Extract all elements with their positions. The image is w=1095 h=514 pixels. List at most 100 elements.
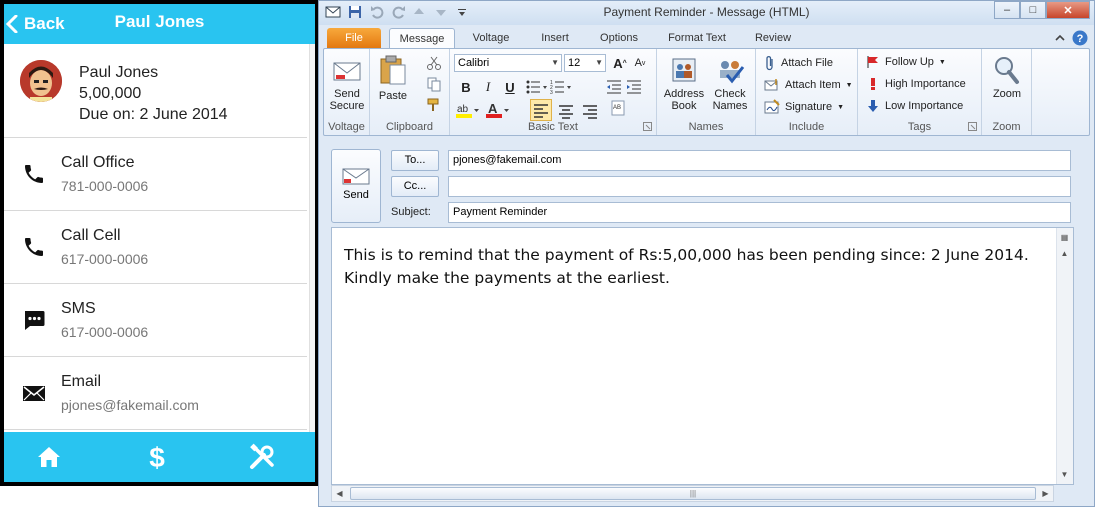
magnifier-icon xyxy=(995,57,1019,84)
close-button[interactable]: ✕ xyxy=(1046,1,1090,19)
ruler-icon[interactable]: ▦ xyxy=(1057,230,1072,245)
send-mail-icon xyxy=(342,168,370,185)
phone-icon xyxy=(25,165,43,183)
dollar-button[interactable]: $ xyxy=(140,440,174,474)
tools-icon xyxy=(250,443,274,469)
zoom-button[interactable]: Zoom xyxy=(988,55,1026,100)
font-color-icon[interactable]: A xyxy=(486,101,510,119)
scroll-up-icon[interactable]: ▲ xyxy=(1057,246,1072,261)
to-button[interactable]: To... xyxy=(391,150,439,171)
tab-insert[interactable]: Insert xyxy=(525,28,585,49)
cc-field[interactable] xyxy=(448,176,1071,197)
font-name-combo[interactable]: Calibri ▼ xyxy=(454,54,562,72)
tab-message[interactable]: Message xyxy=(389,28,455,49)
send-label: Send xyxy=(343,189,369,201)
list-item-sms[interactable]: SMS 617-000-0006 xyxy=(4,284,307,357)
attach-item-button[interactable]: Attach Item ▼ xyxy=(764,77,853,93)
attach-file-button[interactable]: Attach File xyxy=(764,55,833,71)
help-icon[interactable]: ? xyxy=(1072,30,1088,46)
group-label: Clipboard xyxy=(385,121,434,133)
flag-icon xyxy=(867,56,878,68)
chevron-down-icon: ▼ xyxy=(845,81,853,89)
outlook-message-window: Payment Reminder - Message (HTML) – □ ✕ … xyxy=(318,0,1095,507)
scroll-left-icon[interactable]: ◀ xyxy=(332,486,347,501)
message-body-text[interactable]: This is to remind that the payment of Rs… xyxy=(344,244,1034,290)
copy-icon[interactable] xyxy=(426,76,442,92)
group-basic-text: Calibri ▼ 12 ▼ A^ Av B I U 123 ab A AB xyxy=(450,49,657,135)
scroll-down-icon[interactable]: ▼ xyxy=(1057,467,1072,482)
mobile-footer-nav: $ xyxy=(4,432,315,482)
minimize-button[interactable]: – xyxy=(994,1,1020,19)
styles-icon[interactable]: AB xyxy=(610,99,628,117)
check-names-button[interactable]: Check Names xyxy=(707,55,753,112)
scroll-thumb[interactable]: ||| xyxy=(350,487,1036,500)
address-book-icon xyxy=(672,58,696,82)
highlight-icon[interactable]: ab xyxy=(456,101,480,119)
maximize-button[interactable]: □ xyxy=(1020,1,1046,19)
list-item-call-office[interactable]: Call Office 781-000-0006 xyxy=(4,138,307,211)
back-label: Back xyxy=(24,14,65,33)
zoom-label: Zoom xyxy=(992,88,1022,100)
horizontal-scrollbar[interactable]: ◀ ||| ▶ xyxy=(331,485,1054,502)
row-phone: 781-000-0006 xyxy=(61,178,149,194)
font-size-combo[interactable]: 12 ▼ xyxy=(564,54,606,72)
underline-icon[interactable]: U xyxy=(500,77,520,97)
signature-button[interactable]: Signature ▼ xyxy=(764,99,844,115)
paperclip-icon xyxy=(766,56,773,71)
font-name-value: Calibri xyxy=(458,57,490,69)
group-voltage: Send Secure Voltage xyxy=(324,49,370,135)
profile-card: Paul Jones 5,00,000 Due on: 2 June 2014 xyxy=(4,44,307,138)
numbering-icon[interactable]: 123 xyxy=(550,79,572,95)
profile-name: Paul Jones xyxy=(79,64,159,81)
grow-font-icon[interactable]: A ^ xyxy=(610,53,630,73)
address-book-button[interactable]: Address Book xyxy=(661,55,707,112)
bold-icon[interactable]: B xyxy=(456,77,476,97)
align-center-icon[interactable] xyxy=(556,101,576,121)
subject-field[interactable]: Payment Reminder xyxy=(448,202,1071,223)
body-line-1: This is to remind that the payment of Rs… xyxy=(344,246,1029,264)
group-include: Attach File Attach Item ▼ Signature ▼ In… xyxy=(756,49,858,135)
shrink-font-icon[interactable]: Av xyxy=(630,53,650,73)
align-right-icon[interactable] xyxy=(580,101,600,121)
low-importance-button[interactable]: Low Importance xyxy=(866,99,963,113)
list-scrollbar[interactable] xyxy=(309,44,315,432)
high-importance-button[interactable]: High Importance xyxy=(866,77,966,91)
cut-icon[interactable] xyxy=(426,55,442,71)
list-item-call-cell[interactable]: Call Cell 617-000-0006 xyxy=(4,211,307,284)
tab-voltage[interactable]: Voltage xyxy=(461,28,521,49)
increase-indent-icon[interactable] xyxy=(626,79,642,95)
ribbon-help-area: ? xyxy=(1054,30,1088,46)
check-names-icon xyxy=(720,61,745,84)
mail-icon xyxy=(23,386,45,401)
address-book-label: Address Book xyxy=(663,88,705,112)
paste-button[interactable]: Paste xyxy=(376,55,410,102)
follow-up-button[interactable]: Follow Up ▼ xyxy=(866,55,946,69)
group-names: Address Book Check Names Names xyxy=(657,49,756,135)
send-button[interactable]: Send xyxy=(331,149,381,223)
scroll-right-icon[interactable]: ▶ xyxy=(1038,486,1053,501)
send-secure-button[interactable]: Send Secure xyxy=(328,57,366,112)
tab-format-text[interactable]: Format Text xyxy=(657,28,737,49)
italic-icon[interactable]: I xyxy=(478,77,498,97)
back-button[interactable]: Back xyxy=(6,4,65,44)
tab-options[interactable]: Options xyxy=(589,28,649,49)
to-field[interactable]: pjones@fakemail.com xyxy=(448,150,1071,171)
format-painter-icon[interactable] xyxy=(426,97,442,113)
home-button[interactable] xyxy=(32,440,66,474)
align-left-button[interactable] xyxy=(530,99,552,121)
group-tags: Follow Up ▼ High Importance Low Importan… xyxy=(858,49,982,135)
signature-icon xyxy=(764,99,780,114)
tab-review[interactable]: Review xyxy=(743,28,803,49)
decrease-indent-icon[interactable] xyxy=(606,79,622,95)
tab-file[interactable]: File xyxy=(327,28,381,49)
tools-button[interactable] xyxy=(245,440,279,474)
list-item-email[interactable]: Email pjones@fakemail.com xyxy=(4,357,307,430)
group-label: Names xyxy=(688,121,724,133)
cc-button[interactable]: Cc... xyxy=(391,176,439,197)
bullets-icon[interactable] xyxy=(526,79,548,95)
vertical-scrollbar[interactable]: ▦ ▲ ▼ xyxy=(1056,228,1073,484)
message-body-editor[interactable]: This is to remind that the payment of Rs… xyxy=(331,227,1074,485)
align-left-icon xyxy=(534,104,548,118)
mobile-header: Paul Jones Back xyxy=(4,4,315,44)
collapse-ribbon-icon[interactable] xyxy=(1054,32,1066,44)
